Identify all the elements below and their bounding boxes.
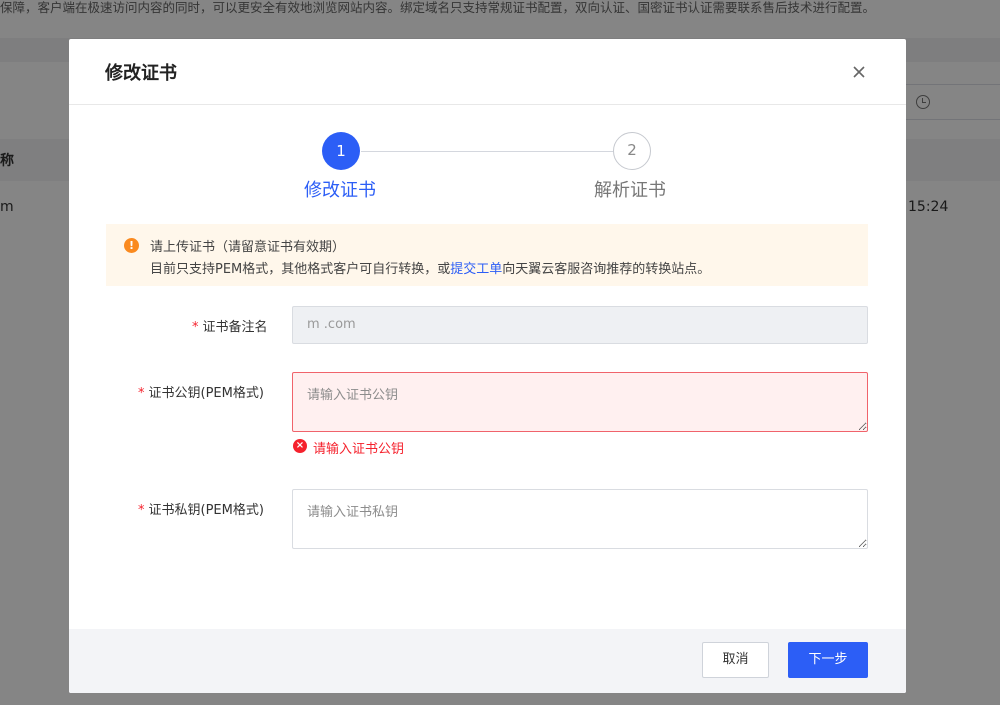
- alert-text-before: 目前只支持PEM格式，其他格式客户可自行转换，或: [150, 262, 451, 277]
- dialog-footer: 取消 下一步: [69, 629, 906, 693]
- error-icon: ×: [293, 439, 307, 453]
- step-1-indicator: 1: [322, 132, 360, 170]
- warning-icon: !: [124, 238, 139, 253]
- required-mark: *: [138, 386, 145, 401]
- alert-title: 请上传证书（请留意证书有效期）: [150, 240, 346, 255]
- public-key-textarea[interactable]: [292, 372, 868, 432]
- step-connector: [361, 151, 613, 152]
- step-2-label: 解析证书: [594, 180, 666, 201]
- alert-text-after: 向天翼云客服咨询推荐的转换站点。: [502, 262, 711, 277]
- private-key-textarea[interactable]: [292, 489, 868, 549]
- upload-notice-alert: ! 请上传证书（请留意证书有效期） 目前只支持PEM格式，其他格式客户可自行转换…: [106, 224, 868, 286]
- next-step-button[interactable]: 下一步: [788, 642, 868, 678]
- edit-certificate-dialog: 修改证书 1 2 修改证书 解析证书 ! 请上传证书（请留意证书有效期） 目前只…: [69, 39, 906, 693]
- dialog-header: 修改证书: [69, 39, 906, 105]
- required-mark: *: [192, 320, 199, 335]
- private-key-label-text: 证书私钥(PEM格式): [148, 503, 264, 518]
- required-mark: *: [138, 503, 145, 518]
- cancel-button[interactable]: 取消: [702, 642, 769, 678]
- public-key-label: * 证书公钥(PEM格式): [138, 382, 264, 401]
- cert-name-field: m .com: [292, 306, 868, 344]
- submit-ticket-link[interactable]: 提交工单: [450, 262, 502, 277]
- dialog-title: 修改证书: [105, 63, 177, 84]
- public-key-error: 请输入证书公钥: [313, 442, 405, 457]
- close-icon[interactable]: [849, 62, 869, 82]
- cert-name-label-text: 证书备注名: [202, 320, 268, 335]
- step-2-indicator: 2: [613, 132, 651, 170]
- step-1-label: 修改证书: [304, 180, 376, 201]
- alert-description: 目前只支持PEM格式，其他格式客户可自行转换，或提交工单向天翼云客服咨询推荐的转…: [150, 258, 710, 277]
- private-key-label: * 证书私钥(PEM格式): [138, 499, 264, 518]
- cert-name-label: * 证书备注名: [192, 316, 268, 335]
- public-key-label-text: 证书公钥(PEM格式): [148, 386, 264, 401]
